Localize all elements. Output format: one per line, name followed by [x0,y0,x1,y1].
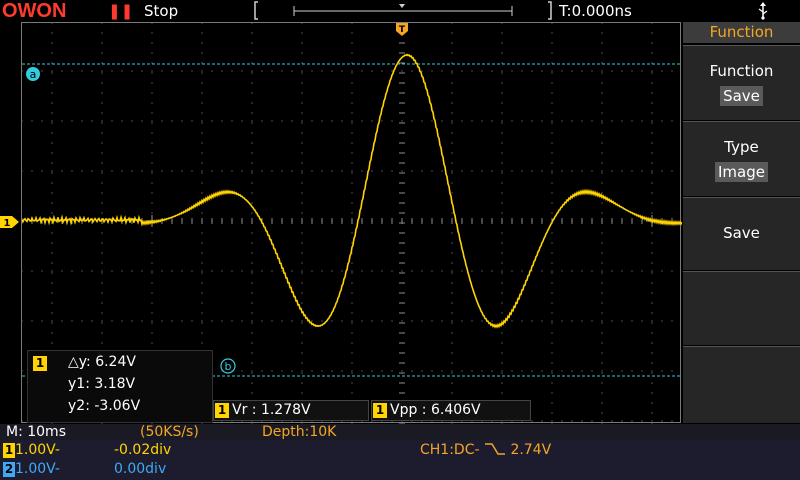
ch1-position: -0.02div [114,442,172,458]
ch2-position: 0.00div [114,461,167,477]
ch1-waveform [22,53,682,329]
cursor-measurement-panel: 1 △y: 6.24V y1: 3.18V y2: -3.06V [27,350,213,423]
brand-text: OWON [2,0,66,20]
measurement-vpp: 1 Vpp : 6.406V [371,400,531,421]
measurement-vr: 1 Vr : 1.278V [213,400,369,421]
usb-icon [758,2,768,20]
menu-item-label: Type [724,138,759,156]
trigger-level-value: 2.74V [510,442,552,458]
acquisition-status-bar: M: 10ms (50KS/s) Depth:10K [0,424,800,440]
pause-icon[interactable]: ❚❚ [108,2,133,20]
ch1-tag: 1 [3,443,15,458]
ch1-offset-marker[interactable]: 1 [0,215,20,229]
sample-rate-readout: (50KS/s) [140,424,199,440]
ch1-tag: 1 [33,356,47,371]
ch1-scale: 1.00V- [15,442,60,458]
svg-text:b: b [225,360,232,373]
falling-edge-icon [485,443,505,455]
measurement-vr-value: Vr : 1.278V [232,402,311,418]
memory-depth-readout: Depth:10K [262,424,337,440]
menu-item-label: Function [709,62,774,80]
menu-item-empty-5[interactable] [683,346,800,423]
ch1-tag: 1 [215,402,229,418]
ch1-status[interactable]: 1 1.00V- [3,442,60,458]
svg-text:1: 1 [4,218,11,229]
run-state-label: Stop [144,2,179,20]
top-status-bar: OWON ❚❚ Stop T:0.000ns [0,0,800,22]
delta-y-readout: △y: 6.24V [68,354,136,370]
memory-position-bar[interactable] [254,1,552,20]
svg-text:a: a [30,68,37,81]
owon-logo: OWON [2,0,66,20]
menu-item-value: Image [715,162,768,182]
trigger-source-label: CH1:DC- [420,442,480,458]
trigger-position-marker[interactable]: T [396,23,408,36]
menu-item-save[interactable]: Save [683,197,800,270]
channel-status-bar: 1 1.00V- -0.02div 2 1.00V- 0.00div CH1:DC-… [0,440,800,480]
ch1-tag: 1 [373,402,387,418]
timebase-readout: M: 10ms [6,424,66,440]
cursor-b-marker[interactable]: b [220,358,236,374]
menu-item-function[interactable]: Function Save [683,45,800,120]
y1-readout: y1: 3.18V [68,376,136,392]
trigger-time-offset: T:0.000ns [559,2,632,20]
menu-item-empty-4[interactable] [683,271,800,345]
y2-readout: y2: -3.06V [68,398,141,414]
menu-title: Function [683,22,800,43]
menu-item-label: Save [723,224,760,242]
menu-item-type[interactable]: Type Image [683,121,800,196]
ch2-status[interactable]: 2 1.00V- [3,461,60,477]
menu-item-value: Save [720,86,763,106]
measurement-vpp-value: Vpp : 6.406V [390,402,481,418]
function-menu: Function Function Save Type Image Save [683,22,800,423]
svg-text:T: T [399,25,406,35]
trigger-status[interactable]: CH1:DC- 2.74V [420,442,551,458]
cursor-a-marker[interactable]: a [26,67,40,81]
ch2-tag: 2 [3,462,15,477]
ch2-scale: 1.00V- [15,461,60,477]
